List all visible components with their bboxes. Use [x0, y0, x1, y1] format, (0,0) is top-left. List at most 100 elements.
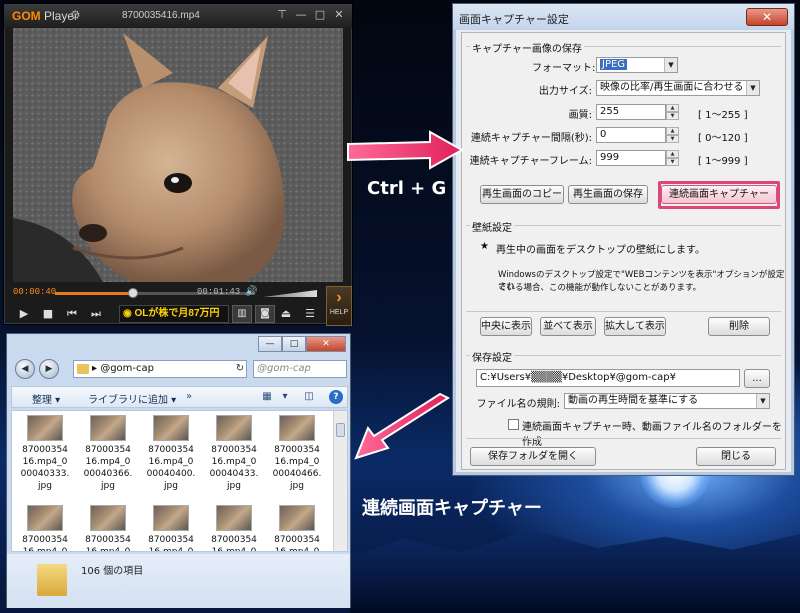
- volume-slider[interactable]: [263, 290, 317, 297]
- file-name-line: 87000354: [211, 535, 257, 545]
- filename-rule-value: 動画の再生時間を基準にする: [568, 395, 699, 406]
- chevron-down-icon[interactable]: ▼: [666, 158, 679, 166]
- continuous-capture-button[interactable]: 連続画面キャプチャー: [661, 185, 777, 204]
- continuous-capture-annotation: 連続画面キャプチャー: [362, 498, 542, 519]
- file-item[interactable]: 87000354 16.mp4_0: [205, 505, 263, 552]
- overflow-icon[interactable]: »: [182, 390, 196, 404]
- ad-banner[interactable]: ◉ OLが株で月87万円: [119, 305, 229, 323]
- save-frame-button[interactable]: 再生画面の保存: [568, 185, 648, 204]
- file-item[interactable]: 87000354 16.mp4_0: [79, 505, 137, 552]
- chevron-down-icon[interactable]: ▼: [666, 135, 679, 143]
- close-button[interactable]: 閉じる: [696, 447, 776, 466]
- minimize-icon[interactable]: —: [294, 8, 308, 22]
- equalizer-icon[interactable]: ▥: [232, 305, 252, 323]
- refresh-icon[interactable]: ↻: [233, 360, 247, 378]
- gom-player-window: GOM Player ⚙ 8700035416.mp4 ⊤ — □ ✕ 00:0…: [3, 3, 353, 326]
- address-bar[interactable]: ▸ @gom-cap: [73, 360, 247, 378]
- back-icon[interactable]: ◀: [15, 359, 35, 379]
- center-wallpaper-button[interactable]: 中央に表示: [480, 317, 532, 336]
- item-count: 106 個の項目: [81, 566, 144, 577]
- file-name-line: 87000354: [22, 445, 68, 455]
- file-item[interactable]: 87000354 16.mp4_0 00040466. jpg: [268, 415, 326, 492]
- volume-icon[interactable]: 🔊: [245, 286, 257, 297]
- interval-spinner[interactable]: ▲ ▼: [666, 127, 679, 143]
- dialog-close-button[interactable]: ✕: [746, 8, 788, 26]
- file-name-line: 87000354: [274, 445, 320, 455]
- seek-handle[interactable]: [128, 288, 138, 298]
- file-item[interactable]: 87000354 16.mp4_0 00040433. jpg: [205, 415, 263, 492]
- file-item[interactable]: 87000354 16.mp4_0 00040366. jpg: [79, 415, 137, 492]
- video-frame[interactable]: [13, 28, 343, 282]
- add-to-library-menu[interactable]: ライブラリに追加 ▾: [88, 391, 176, 406]
- file-name-line: jpg: [38, 481, 52, 491]
- address-text: @gom-cap: [100, 363, 154, 374]
- stop-icon[interactable]: ■: [37, 304, 59, 324]
- address-path: ▸: [92, 363, 101, 374]
- player-titlebar[interactable]: GOM Player ⚙ 8700035416.mp4 ⊤ — □ ✕: [4, 4, 352, 28]
- minimize-icon[interactable]: —: [258, 336, 282, 352]
- file-item[interactable]: 87000354 16.mp4_0 00040400. jpg: [142, 415, 200, 492]
- organize-menu[interactable]: 整理 ▾: [32, 391, 60, 406]
- open-save-folder-button[interactable]: 保存フォルダを開く: [470, 447, 596, 466]
- preview-pane-icon[interactable]: ◫: [302, 390, 316, 404]
- copy-frame-button[interactable]: 再生画面のコピー: [480, 185, 564, 204]
- explorer-window-controls: — □ ✕: [258, 336, 346, 352]
- stretch-wallpaper-button[interactable]: 拡大して表示: [604, 317, 666, 336]
- file-item[interactable]: 87000354 16.mp4_0: [142, 505, 200, 551]
- create-folder-checkbox[interactable]: [508, 419, 519, 430]
- file-name-line: 00040333.: [20, 469, 70, 479]
- size-value: 映像の比率/再生画面に合わせる: [600, 82, 744, 93]
- chevron-down-icon[interactable]: ▾: [278, 390, 292, 404]
- quality-input[interactable]: 255: [596, 104, 666, 120]
- file-name-line: 16.mp4_0: [211, 547, 257, 552]
- search-input[interactable]: @gom-cap: [253, 360, 347, 378]
- chevron-down-icon[interactable]: ▼: [666, 112, 679, 120]
- previous-icon[interactable]: ⏮: [61, 304, 83, 324]
- size-label: 出力サイズ:: [538, 86, 592, 97]
- close-icon[interactable]: ✕: [306, 336, 346, 352]
- next-icon[interactable]: ⏭: [85, 304, 107, 324]
- logo-text: GOM: [12, 9, 41, 23]
- dialog-title: 画面キャプチャー設定: [459, 13, 569, 26]
- scrollbar-thumb[interactable]: [336, 423, 345, 437]
- eject-icon[interactable]: ⏏: [275, 304, 297, 324]
- filename-rule-select[interactable]: 動画の再生時間を基準にする ▼: [564, 393, 770, 409]
- format-select[interactable]: JPEG ▼: [596, 57, 678, 73]
- gear-icon[interactable]: ⚙: [70, 8, 81, 22]
- frames-input[interactable]: 999: [596, 150, 666, 166]
- save-path-input[interactable]: C:¥Users¥▒▒▒▒¥Desktop¥@gom-cap¥: [476, 369, 740, 387]
- seek-bar[interactable]: 00:00:40 00:01:43 🔊: [13, 286, 325, 300]
- chevron-up-icon[interactable]: ▲: [666, 127, 679, 135]
- time-current: 00:00:40: [13, 287, 57, 297]
- frames-spinner[interactable]: ▲ ▼: [666, 150, 679, 166]
- help-button[interactable]: › HELP: [326, 286, 352, 326]
- ad-icon: ◉: [123, 308, 132, 319]
- close-icon[interactable]: ✕: [332, 8, 346, 22]
- file-name-line: 16.mp4_0: [85, 547, 131, 552]
- menu-icon[interactable]: ☰: [299, 304, 321, 324]
- dialog-titlebar[interactable]: 画面キャプチャー設定 ✕: [453, 4, 794, 30]
- group-title-wallpaper: 壁紙設定: [470, 219, 514, 234]
- file-item[interactable]: 87000354 16.mp4_0 00040333. jpg: [16, 415, 74, 492]
- interval-input[interactable]: 0: [596, 127, 666, 143]
- delete-wallpaper-button[interactable]: 削除: [708, 317, 770, 336]
- size-select[interactable]: 映像の比率/再生画面に合わせる ▼: [596, 80, 760, 96]
- scrollbar[interactable]: [333, 411, 347, 551]
- file-item[interactable]: 87000354 16.mp4_0: [16, 505, 74, 551]
- folder-icon: [37, 564, 67, 596]
- maximize-icon[interactable]: □: [313, 8, 327, 22]
- tile-wallpaper-button[interactable]: 並べて表示: [540, 317, 596, 336]
- chevron-up-icon[interactable]: ▲: [666, 150, 679, 158]
- forward-icon[interactable]: ▶: [39, 359, 59, 379]
- camera-icon[interactable]: ◙: [255, 305, 275, 323]
- browse-button[interactable]: ...: [744, 369, 770, 388]
- play-icon[interactable]: ▶: [13, 304, 35, 324]
- file-item[interactable]: 87000354 16.mp4_0: [268, 505, 326, 551]
- view-options-icon[interactable]: ▦: [260, 390, 274, 404]
- quality-spinner[interactable]: ▲ ▼: [666, 104, 679, 120]
- maximize-icon[interactable]: □: [282, 336, 306, 352]
- always-on-top-icon[interactable]: ⊤: [275, 8, 289, 22]
- help-icon[interactable]: ?: [329, 390, 343, 404]
- group-title-save-image: キャプチャー画像の保存: [470, 40, 584, 55]
- chevron-up-icon[interactable]: ▲: [666, 104, 679, 112]
